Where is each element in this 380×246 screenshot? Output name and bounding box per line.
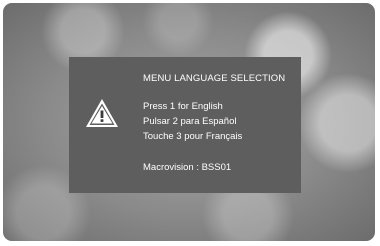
- option-french[interactable]: Touche 3 pour Français: [143, 131, 242, 142]
- macrovision-code: Macrovision : BSS01: [143, 162, 232, 173]
- option-english[interactable]: Press 1 for English: [143, 101, 223, 112]
- dialog-title: MENU LANGUAGE SELECTION: [143, 73, 286, 84]
- option-spanish[interactable]: Pulsar 2 para Español: [143, 116, 236, 127]
- warning-icon: [86, 99, 118, 127]
